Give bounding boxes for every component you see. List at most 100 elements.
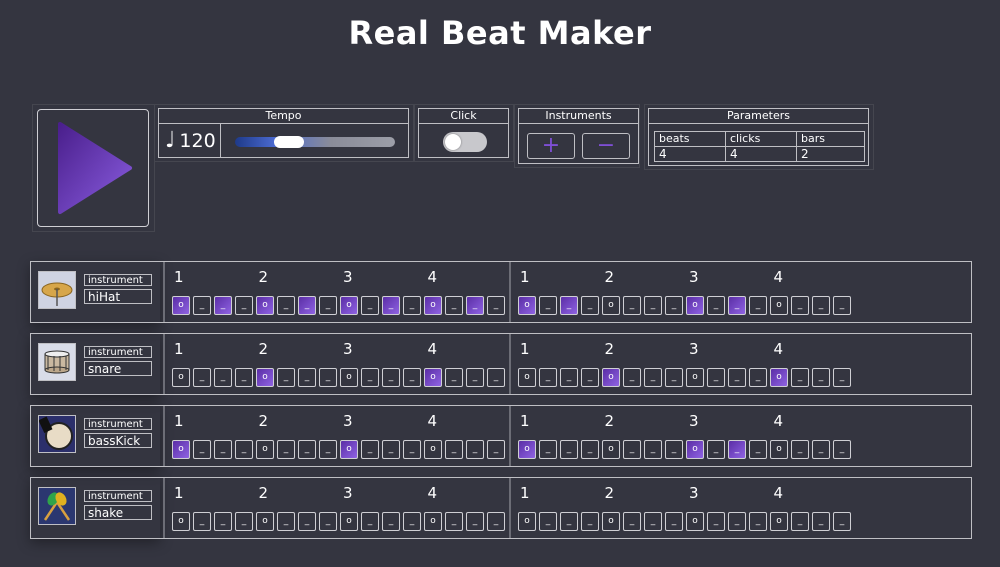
step-button[interactable]: o: [172, 440, 190, 459]
step-button[interactable]: _: [623, 368, 641, 387]
step-button[interactable]: _: [707, 512, 725, 531]
add-instrument-button[interactable]: +: [527, 133, 575, 159]
step-button[interactable]: _: [361, 512, 379, 531]
step-button[interactable]: o: [686, 440, 704, 459]
step-button[interactable]: _: [319, 368, 337, 387]
step-button[interactable]: _: [728, 368, 746, 387]
step-button[interactable]: o: [424, 296, 442, 315]
step-button[interactable]: o: [518, 296, 536, 315]
step-button[interactable]: o: [424, 512, 442, 531]
step-button[interactable]: _: [445, 368, 463, 387]
step-button[interactable]: _: [235, 512, 253, 531]
step-button[interactable]: _: [560, 512, 578, 531]
step-button[interactable]: _: [382, 368, 400, 387]
step-button[interactable]: _: [707, 440, 725, 459]
step-button[interactable]: _: [235, 296, 253, 315]
step-button[interactable]: _: [445, 512, 463, 531]
step-button[interactable]: _: [665, 512, 683, 531]
step-button[interactable]: _: [403, 368, 421, 387]
step-button[interactable]: _: [319, 512, 337, 531]
step-button[interactable]: _: [791, 368, 809, 387]
step-button[interactable]: _: [214, 296, 232, 315]
step-button[interactable]: _: [581, 512, 599, 531]
step-button[interactable]: _: [581, 296, 599, 315]
step-button[interactable]: _: [298, 512, 316, 531]
step-button[interactable]: o: [686, 296, 704, 315]
step-button[interactable]: _: [812, 368, 830, 387]
step-button[interactable]: _: [361, 368, 379, 387]
step-button[interactable]: _: [749, 296, 767, 315]
step-button[interactable]: _: [665, 440, 683, 459]
step-button[interactable]: _: [560, 368, 578, 387]
step-button[interactable]: _: [193, 512, 211, 531]
step-button[interactable]: _: [728, 440, 746, 459]
step-button[interactable]: _: [833, 512, 851, 531]
step-button[interactable]: _: [214, 440, 232, 459]
step-button[interactable]: _: [749, 440, 767, 459]
instrument-name-select[interactable]: shake: [84, 505, 152, 520]
step-button[interactable]: _: [791, 512, 809, 531]
step-button[interactable]: o: [424, 440, 442, 459]
step-button[interactable]: o: [518, 440, 536, 459]
step-button[interactable]: _: [319, 440, 337, 459]
step-button[interactable]: o: [172, 512, 190, 531]
step-button[interactable]: _: [235, 440, 253, 459]
step-button[interactable]: o: [340, 296, 358, 315]
step-button[interactable]: o: [424, 368, 442, 387]
step-button[interactable]: _: [728, 296, 746, 315]
step-button[interactable]: _: [644, 512, 662, 531]
step-button[interactable]: _: [623, 296, 641, 315]
step-button[interactable]: _: [581, 368, 599, 387]
step-button[interactable]: _: [833, 368, 851, 387]
step-button[interactable]: o: [770, 440, 788, 459]
step-button[interactable]: _: [644, 368, 662, 387]
step-button[interactable]: o: [602, 512, 620, 531]
step-button[interactable]: _: [749, 512, 767, 531]
step-button[interactable]: o: [172, 368, 190, 387]
step-button[interactable]: _: [833, 296, 851, 315]
step-button[interactable]: _: [382, 296, 400, 315]
step-button[interactable]: _: [812, 512, 830, 531]
step-button[interactable]: o: [256, 440, 274, 459]
step-button[interactable]: _: [445, 440, 463, 459]
step-button[interactable]: o: [602, 296, 620, 315]
step-button[interactable]: _: [791, 296, 809, 315]
step-button[interactable]: _: [623, 512, 641, 531]
step-button[interactable]: _: [466, 368, 484, 387]
step-button[interactable]: _: [539, 440, 557, 459]
step-button[interactable]: _: [487, 440, 505, 459]
step-button[interactable]: _: [193, 440, 211, 459]
step-button[interactable]: _: [193, 368, 211, 387]
step-button[interactable]: _: [382, 440, 400, 459]
step-button[interactable]: _: [833, 440, 851, 459]
step-button[interactable]: o: [686, 512, 704, 531]
step-button[interactable]: o: [770, 296, 788, 315]
instrument-name-select[interactable]: hiHat: [84, 289, 152, 304]
step-button[interactable]: _: [560, 440, 578, 459]
step-button[interactable]: o: [602, 440, 620, 459]
tempo-slider-thumb[interactable]: [274, 136, 304, 148]
instrument-name-select[interactable]: snare: [84, 361, 152, 376]
step-button[interactable]: _: [749, 368, 767, 387]
step-button[interactable]: _: [361, 440, 379, 459]
step-button[interactable]: _: [298, 368, 316, 387]
step-button[interactable]: o: [770, 368, 788, 387]
step-button[interactable]: o: [518, 512, 536, 531]
step-button[interactable]: o: [686, 368, 704, 387]
step-button[interactable]: _: [539, 368, 557, 387]
step-button[interactable]: _: [235, 368, 253, 387]
step-button[interactable]: _: [560, 296, 578, 315]
step-button[interactable]: o: [256, 296, 274, 315]
step-button[interactable]: _: [539, 512, 557, 531]
step-button[interactable]: _: [707, 368, 725, 387]
step-button[interactable]: o: [340, 512, 358, 531]
step-button[interactable]: _: [277, 368, 295, 387]
step-button[interactable]: _: [361, 296, 379, 315]
step-button[interactable]: _: [487, 368, 505, 387]
step-button[interactable]: _: [812, 296, 830, 315]
step-button[interactable]: _: [319, 296, 337, 315]
step-button[interactable]: _: [581, 440, 599, 459]
param-beats-input[interactable]: 4: [654, 146, 726, 162]
param-clicks-input[interactable]: 4: [725, 146, 797, 162]
step-button[interactable]: _: [644, 440, 662, 459]
